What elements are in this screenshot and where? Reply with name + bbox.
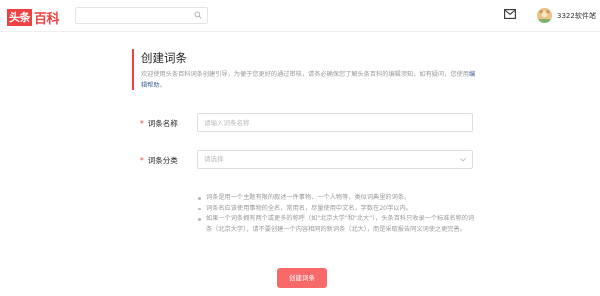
top-header: 头条 百科 3322软件站: [0, 0, 600, 32]
page-title: 创建词条: [141, 51, 187, 65]
logo-text: 百科: [34, 11, 60, 27]
search-icon[interactable]: [194, 11, 202, 19]
mail-icon[interactable]: [504, 9, 516, 19]
required-mark: *: [140, 156, 144, 165]
intro-sentence: 欢迎使用头条百科词条创建引导，为便于您更好的通过审核，请务必确保您了解头条百科的…: [141, 71, 469, 78]
category-placeholder: 请选择: [204, 155, 224, 163]
search-input[interactable]: [75, 7, 208, 24]
entry-name-input[interactable]: [197, 113, 473, 132]
entry-category-label: * 词条分类: [140, 155, 178, 166]
guideline-text: 词条是用一个主题有限的叙述一件事物、一个人物等，类似词典里的词条。: [206, 194, 411, 201]
bullet-dot: [198, 218, 201, 221]
guideline-item: 词条是用一个主题有限的叙述一件事物、一个人物等，类似词典里的词条。: [197, 193, 479, 204]
entry-category-select[interactable]: 请选择: [197, 150, 473, 169]
bullet-dot: [198, 197, 201, 200]
guideline-item: 如果一个词条拥有两个或更多的称呼（如"北京大学"和"北大"），头条百科只收录一个…: [197, 214, 479, 235]
guideline-item: 词条名应该使用事物的全名，常用名，尽量使用中文名，字数在20字以内。: [197, 204, 479, 215]
intro-end: 。: [159, 81, 166, 89]
required-mark: *: [140, 119, 144, 128]
title-accent-bar: [132, 49, 134, 90]
avatar[interactable]: [537, 8, 552, 23]
chevron-down-icon[interactable]: [590, 12, 596, 16]
chevron-down-icon: [460, 158, 466, 162]
guideline-text: 如果一个词条拥有两个或更多的称呼（如"北京大学"和"北大"），头条百科只收录一个…: [206, 215, 475, 233]
entry-category-label-text: 词条分类: [147, 156, 178, 165]
logo-mark: 头条: [7, 8, 32, 26]
guideline-text: 词条名应该使用事物的全名，常用名，尽量使用中文名，字数在20字以内。: [206, 204, 412, 212]
bullet-dot: [198, 207, 201, 210]
entry-name-label: * 词条名称: [140, 118, 178, 129]
entry-name-label-text: 词条名称: [147, 119, 178, 128]
toutiao-baike-logo[interactable]: 头条 百科: [7, 8, 60, 27]
entry-guidelines: 词条是用一个主题有限的叙述一件事物、一个人物等，类似词典里的词条。 词条名应该使…: [197, 193, 479, 235]
intro-text: 欢迎使用头条百科词条创建引导，为便于您更好的通过审核，请务必确保您了解头条百科的…: [141, 70, 476, 91]
create-entry-button[interactable]: 创建词条: [277, 268, 327, 288]
